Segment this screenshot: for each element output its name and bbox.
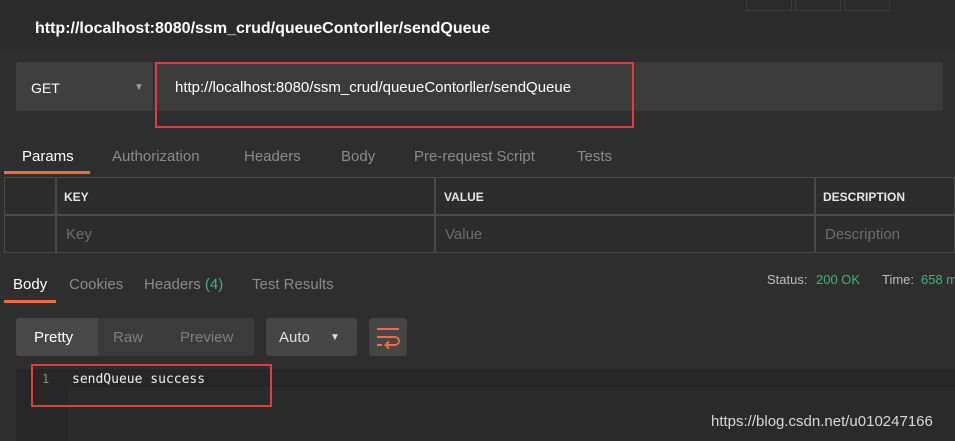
tab-response-test-results[interactable]: Test Results bbox=[252, 276, 334, 293]
preview-button[interactable]: Preview bbox=[180, 329, 233, 346]
tab-response-headers[interactable]: Headers (4) bbox=[144, 276, 223, 293]
chevron-down-icon: ▼ bbox=[134, 82, 144, 93]
value-input[interactable]: Value bbox=[435, 215, 815, 253]
tab-headers[interactable]: Headers bbox=[244, 148, 301, 165]
active-tab-indicator bbox=[4, 300, 56, 303]
wrap-lines-icon bbox=[377, 328, 400, 350]
key-placeholder: Key bbox=[66, 226, 92, 243]
tab-response-body[interactable]: Body bbox=[13, 276, 47, 293]
description-input[interactable]: Description bbox=[815, 215, 955, 253]
tab-response-cookies[interactable]: Cookies bbox=[69, 276, 123, 293]
description-placeholder: Description bbox=[825, 226, 901, 243]
watermark: https://blog.csdn.net/u010247166 bbox=[711, 413, 933, 430]
table-header-description: DESCRIPTION bbox=[815, 177, 955, 215]
window-tab-box bbox=[746, 0, 792, 11]
column-header: VALUE bbox=[444, 190, 484, 204]
column-header: KEY bbox=[64, 190, 89, 204]
headers-count-badge: (4) bbox=[204, 276, 224, 293]
wrap-lines-button[interactable] bbox=[369, 318, 407, 356]
status-value: 200 OK bbox=[816, 272, 861, 287]
method-label: GET bbox=[31, 80, 60, 96]
window-tab-box bbox=[795, 0, 841, 11]
table-cell bbox=[4, 177, 56, 215]
table-header-value: VALUE bbox=[435, 177, 815, 215]
key-input[interactable]: Key bbox=[56, 215, 435, 253]
table-header-key: KEY bbox=[56, 177, 435, 215]
tab-response-headers-label: Headers bbox=[144, 276, 201, 293]
value-placeholder: Value bbox=[445, 226, 483, 243]
status-label: Status: bbox=[767, 272, 808, 287]
active-tab-indicator bbox=[4, 171, 90, 174]
time-label: Time: bbox=[882, 272, 915, 287]
language-label: Auto bbox=[279, 329, 310, 346]
tab-authorization[interactable]: Authorization bbox=[112, 148, 200, 165]
window-tab-box bbox=[844, 0, 890, 11]
tab-params[interactable]: Params bbox=[22, 148, 74, 165]
raw-button[interactable]: Raw bbox=[113, 329, 143, 346]
row-checkbox-cell[interactable] bbox=[4, 215, 56, 253]
request-title: http://localhost:8080/ssm_crud/queueCont… bbox=[35, 20, 491, 37]
tab-tests[interactable]: Tests bbox=[577, 148, 612, 165]
tab-pre-request-script[interactable]: Pre-request Script bbox=[414, 148, 535, 165]
tab-body[interactable]: Body bbox=[341, 148, 375, 165]
annotation-highlight-box bbox=[31, 364, 272, 407]
time-value: 658 m bbox=[921, 272, 955, 287]
chevron-down-icon: ▼ bbox=[330, 332, 340, 343]
annotation-highlight-box bbox=[155, 62, 634, 128]
pretty-label: Pretty bbox=[34, 329, 74, 346]
params-table: KEY VALUE DESCRIPTION Key Value Descript… bbox=[4, 177, 955, 253]
column-header: DESCRIPTION bbox=[823, 190, 906, 204]
